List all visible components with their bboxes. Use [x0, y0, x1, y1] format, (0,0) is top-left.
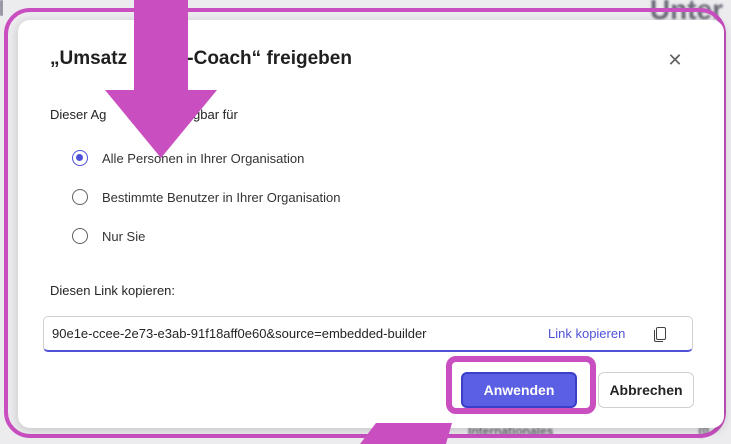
annotation-arrows: [105, 0, 452, 444]
up-arrow-icon: [360, 423, 452, 444]
down-arrow-icon: [105, 0, 217, 158]
